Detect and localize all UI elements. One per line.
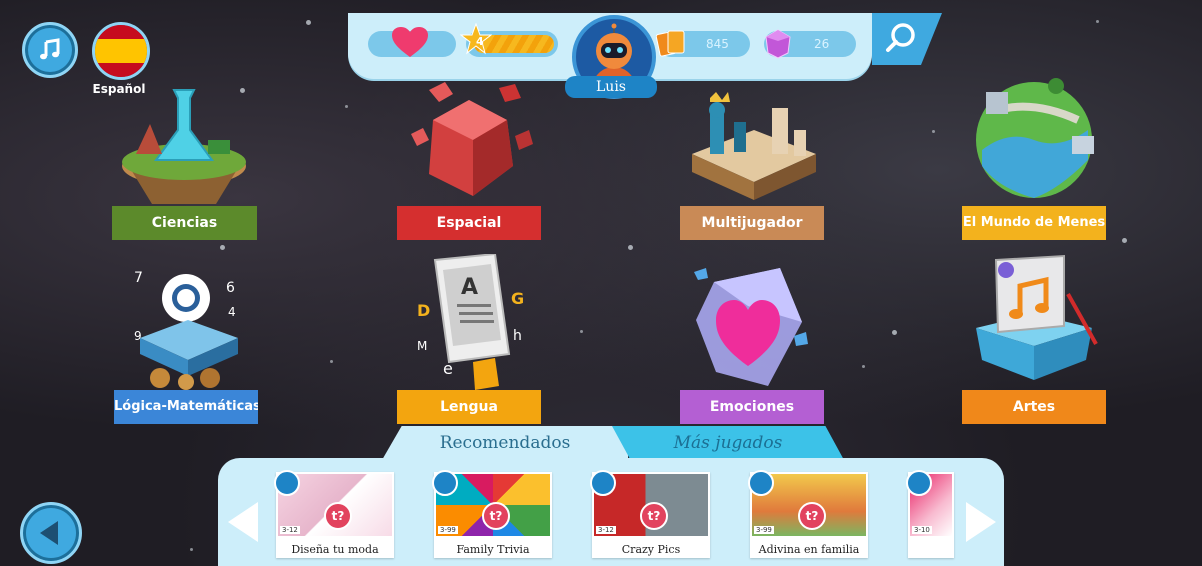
svg-text:e: e — [443, 359, 453, 378]
category-label: El Mundo de Menes — [962, 206, 1106, 240]
age-range: 3-12 — [596, 526, 616, 534]
star — [306, 20, 311, 25]
back-arrow-icon — [40, 521, 58, 545]
star — [932, 130, 935, 133]
svg-text:7: 7 — [134, 270, 143, 286]
trivia-badge-icon: t? — [640, 502, 668, 530]
game-title: Crazy Pics — [621, 543, 681, 556]
coins-pill: 845 — [656, 30, 750, 57]
star — [220, 245, 225, 250]
music-note-icon — [40, 38, 60, 60]
category-espacial[interactable]: Espacial — [397, 82, 541, 240]
tab-mas-jugados[interactable]: Más jugados — [612, 426, 844, 460]
category-lengua[interactable]: A G D h M e Lengua — [397, 254, 541, 424]
level-pill: 4 — [460, 23, 558, 57]
game-card-partial[interactable]: 3-10 — [906, 470, 954, 558]
category-label: Espacial — [397, 206, 541, 240]
language-button[interactable] — [92, 22, 150, 80]
svg-text:A: A — [461, 275, 478, 300]
game-card-disena-tu-moda[interactable]: t? 3-12 Diseña tu moda — [274, 470, 394, 558]
spain-flag-icon — [95, 25, 147, 77]
game-card-crazy-pics[interactable]: t? 3-12 Crazy Pics — [590, 470, 710, 558]
star — [628, 245, 633, 250]
star — [1096, 20, 1099, 23]
svg-text:G: G — [511, 289, 524, 308]
category-label: Ciencias — [112, 206, 257, 240]
download-icon[interactable] — [748, 470, 774, 496]
level-value: 4 — [476, 35, 484, 48]
download-icon[interactable] — [432, 470, 458, 496]
tab-recomendados[interactable]: Recomendados — [382, 426, 628, 460]
star — [892, 330, 897, 335]
search-icon — [886, 23, 915, 52]
age-range: 3-99 — [754, 526, 774, 534]
star — [330, 360, 333, 363]
category-label: Artes — [962, 390, 1106, 424]
category-multijugador[interactable]: Multijugador — [680, 84, 824, 240]
star — [580, 330, 583, 333]
lives-pill — [368, 27, 456, 57]
game-title: Adivina en familia — [758, 543, 860, 556]
category-logica-matematicas[interactable]: 7 6 4 9 Lógica-Matemáticas — [114, 268, 258, 424]
music-button[interactable] — [22, 22, 78, 78]
download-icon[interactable] — [274, 470, 300, 496]
game-title: Diseña tu moda — [291, 543, 379, 556]
ebook-letters-icon: A G D h M e — [417, 254, 524, 390]
svg-text:D: D — [417, 301, 430, 320]
science-island-icon — [122, 89, 246, 204]
gems-pill: 26 — [764, 29, 856, 59]
art-music-icon — [976, 254, 1098, 380]
download-icon[interactable] — [590, 470, 616, 496]
category-label: Emociones — [680, 390, 824, 424]
star — [345, 105, 348, 108]
heart-crystal-icon — [694, 268, 808, 386]
download-icon[interactable] — [906, 470, 932, 496]
trivia-badge-icon: t? — [798, 502, 826, 530]
svg-text:6: 6 — [226, 280, 235, 296]
category-emociones[interactable]: Emociones — [680, 262, 824, 424]
game-list-tabs: Recomendados Más jugados — [382, 426, 844, 460]
svg-text:9: 9 — [134, 329, 142, 343]
category-ciencias[interactable]: Ciencias — [112, 84, 257, 240]
gem-icon — [765, 29, 791, 59]
back-button[interactable] — [20, 502, 82, 564]
cards-icon — [656, 30, 685, 57]
carousel-prev-arrow-icon[interactable] — [228, 502, 258, 542]
game-title: Family Trivia — [456, 543, 530, 556]
category-label: Lengua — [397, 390, 541, 424]
category-label: Multijugador — [680, 206, 824, 240]
svg-text:M: M — [417, 339, 427, 353]
age-range: 3-12 — [280, 526, 300, 534]
category-label: Lógica-Matemáticas — [114, 390, 258, 424]
logic-gear-icon: 7 6 4 9 — [134, 270, 238, 390]
spatial-cubes-icon — [411, 82, 533, 196]
gems-value: 26 — [814, 37, 830, 51]
star — [862, 365, 865, 368]
chess-board-icon — [692, 92, 816, 200]
age-range: 3-99 — [438, 526, 458, 534]
age-range: 3-10 — [912, 526, 932, 534]
star — [1122, 238, 1127, 243]
category-artes[interactable]: Artes — [962, 254, 1106, 424]
category-el-mundo-de-menes[interactable]: El Mundo de Menes — [962, 70, 1106, 240]
game-card-adivina-en-familia[interactable]: t? 3-99 Adivina en familia — [748, 470, 868, 558]
svg-text:4: 4 — [228, 305, 236, 319]
svg-text:h: h — [513, 328, 522, 344]
trivia-badge-icon: t? — [324, 502, 352, 530]
coins-value: 845 — [706, 37, 729, 51]
game-card-family-trivia[interactable]: t? 3-99 Family Trivia — [432, 470, 552, 558]
world-globe-icon — [976, 78, 1094, 198]
carousel-next-arrow-icon[interactable] — [966, 502, 996, 542]
star — [190, 548, 193, 551]
player-name: Luis — [565, 76, 657, 98]
search-button[interactable] — [872, 13, 942, 65]
heart-icon — [392, 27, 428, 57]
trivia-badge-icon: t? — [482, 502, 510, 530]
